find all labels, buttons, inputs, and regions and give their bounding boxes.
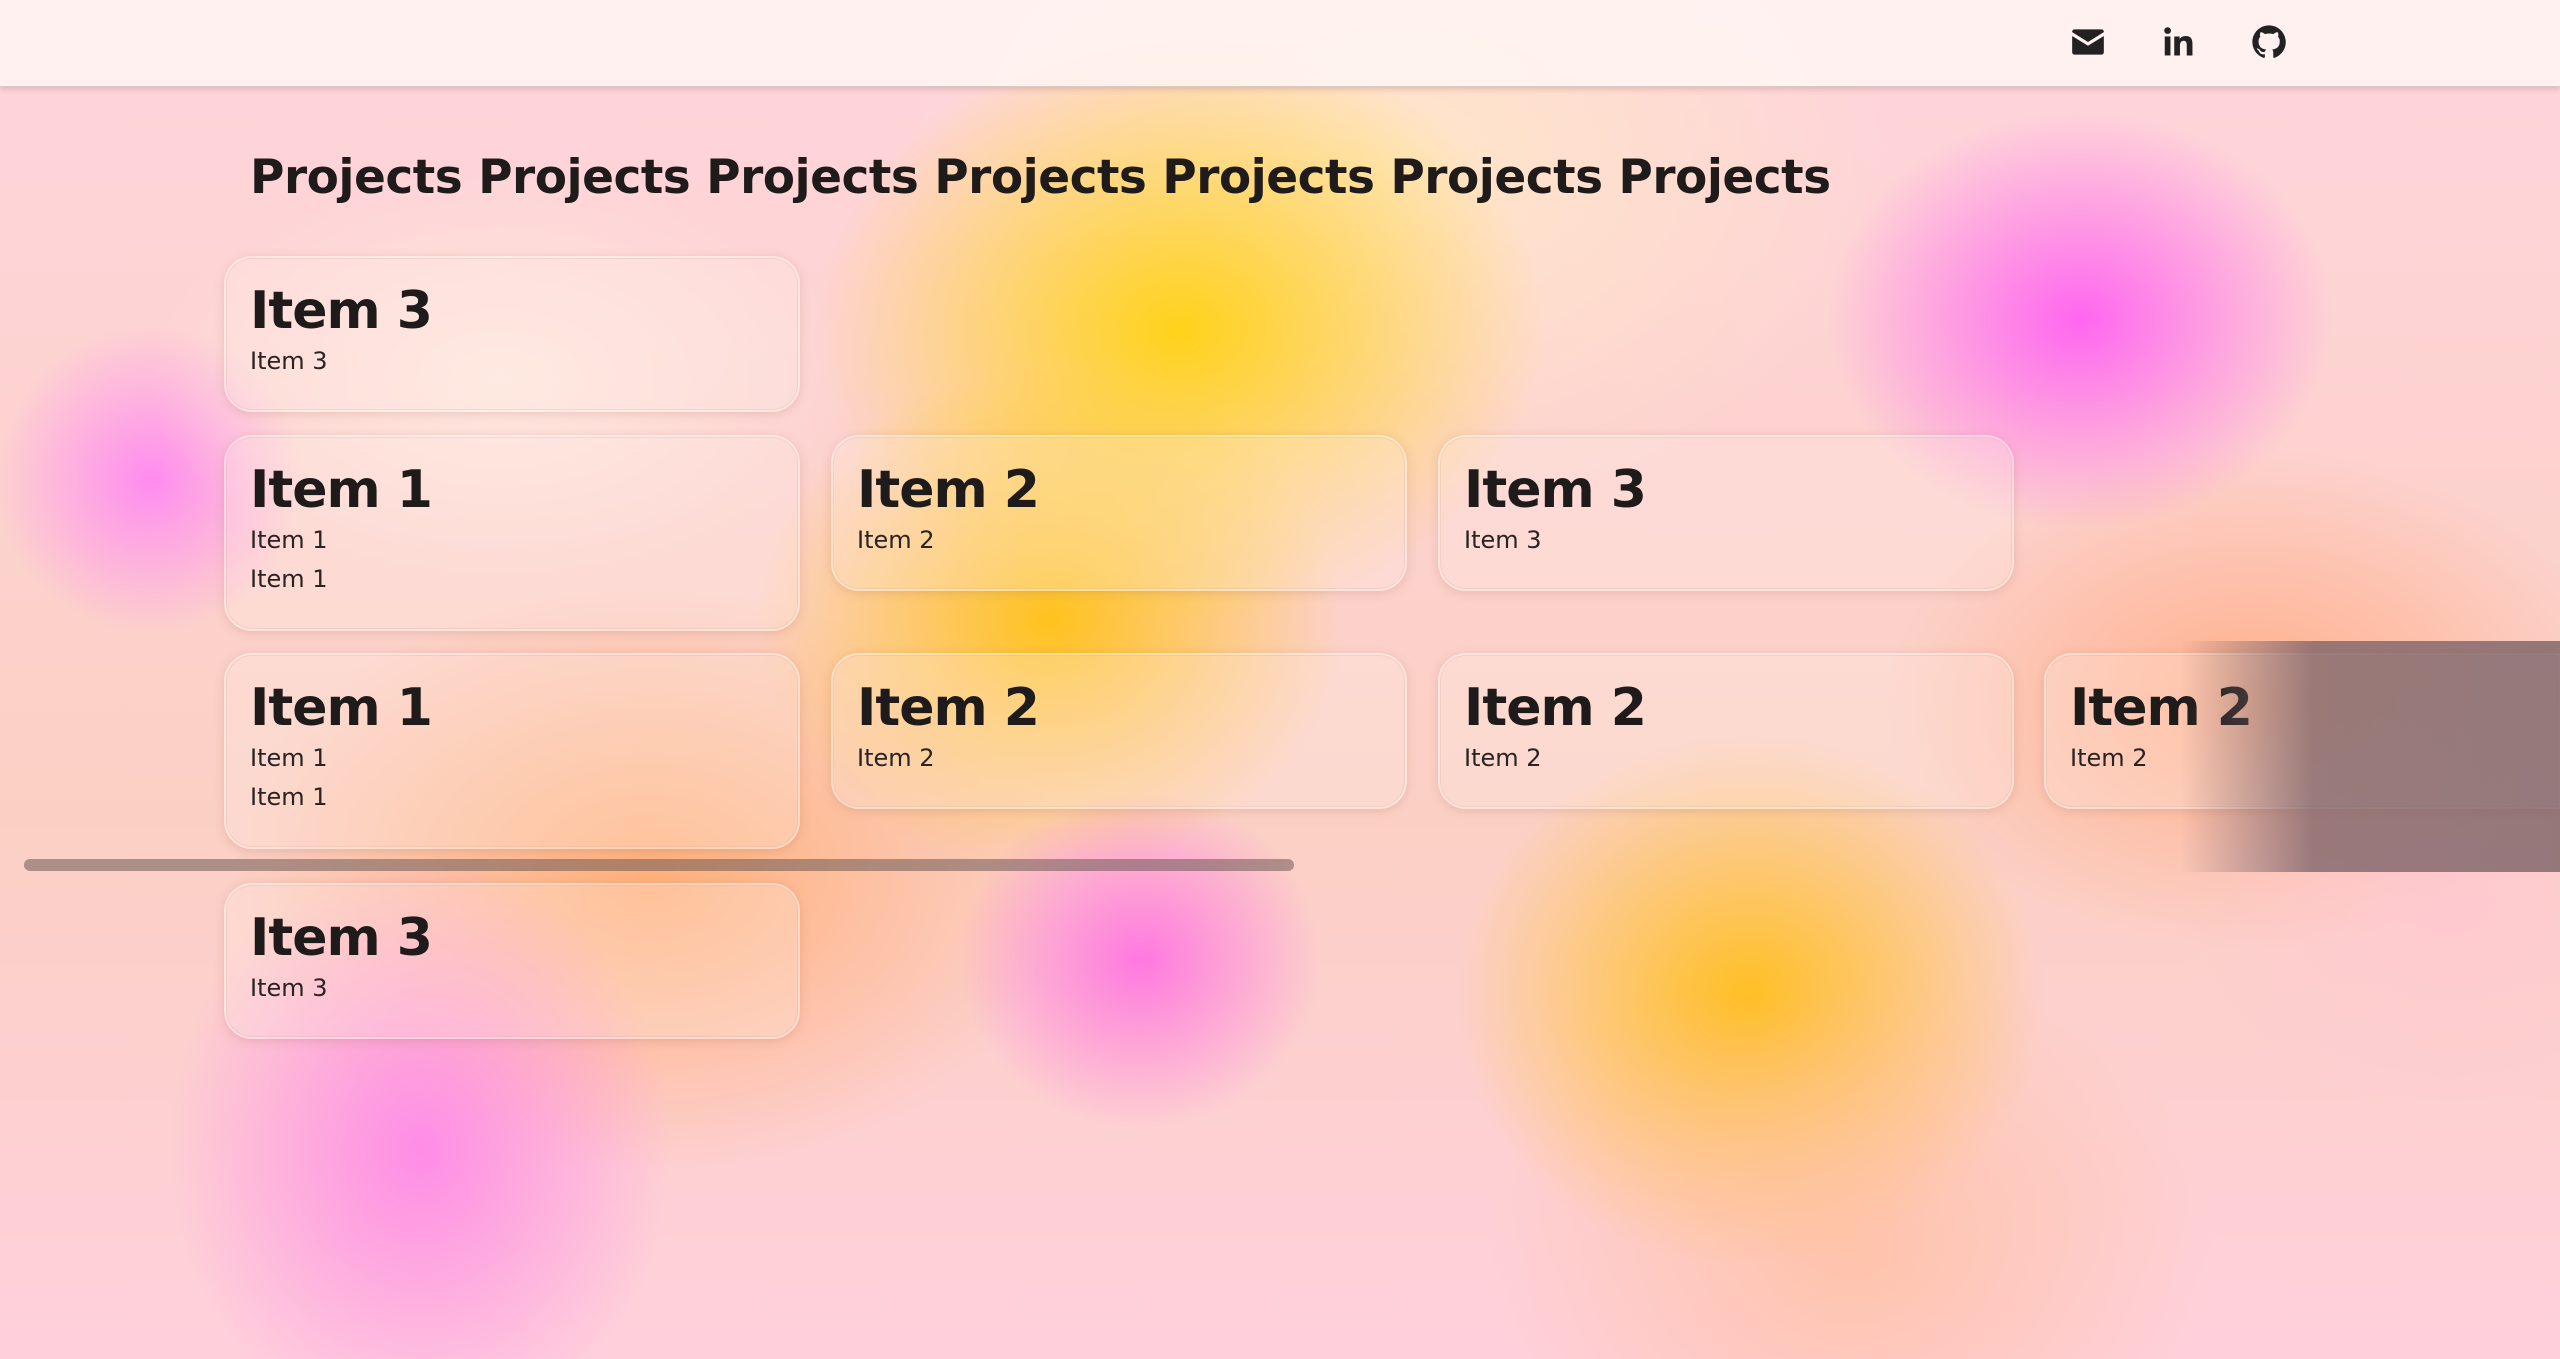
card-title: Item 1 <box>250 460 433 520</box>
project-card[interactable]: Item 2 Item 2 <box>1438 653 2014 809</box>
card-title: Item 3 <box>250 281 433 341</box>
project-card[interactable]: Item 1 Item 1 Item 1 <box>224 435 800 631</box>
card-title: Item 2 <box>1464 678 1647 738</box>
card-description: Item 1 <box>250 744 328 772</box>
project-card[interactable]: Item 3 Item 3 <box>224 883 800 1039</box>
linkedin-icon <box>2164 27 2193 56</box>
card-description: Item 2 <box>857 526 935 554</box>
github-link[interactable] <box>2247 20 2291 64</box>
card-description: Item 3 <box>1464 526 1542 554</box>
mail-icon <box>2072 29 2104 55</box>
card-title: Item 3 <box>250 908 433 968</box>
github-icon <box>2252 25 2286 58</box>
card-description: Item 1 <box>250 565 328 593</box>
card-description: Item 2 <box>1464 744 1542 772</box>
card-title: Item 3 <box>1464 460 1647 520</box>
top-header <box>0 0 2560 87</box>
card-description: Item 3 <box>250 347 328 375</box>
project-card[interactable]: Item 3 Item 3 <box>1438 435 2014 591</box>
card-title: Item 1 <box>250 678 433 738</box>
project-card[interactable]: Item 2 Item 2 <box>831 435 1407 591</box>
card-title: Item 2 <box>857 678 1040 738</box>
page-title: Projects Projects Projects Projects Proj… <box>250 150 1831 205</box>
project-card[interactable]: Item 2 Item 2 <box>831 653 1407 809</box>
card-description: Item 1 <box>250 526 328 554</box>
card-title: Item 2 <box>2070 678 2253 738</box>
card-title: Item 2 <box>857 460 1040 520</box>
card-description: Item 1 <box>250 783 328 811</box>
linkedin-link[interactable] <box>2157 20 2201 64</box>
card-description: Item 2 <box>2070 744 2148 772</box>
horizontal-scrollbar[interactable] <box>24 859 1294 871</box>
card-description: Item 3 <box>250 974 328 1002</box>
mail-link[interactable] <box>2066 20 2110 64</box>
project-card[interactable]: Item 2 Item 2 <box>2044 653 2560 809</box>
project-card[interactable]: Item 3 Item 3 <box>224 256 800 412</box>
project-card[interactable]: Item 1 Item 1 Item 1 <box>224 653 800 849</box>
card-description: Item 2 <box>857 744 935 772</box>
